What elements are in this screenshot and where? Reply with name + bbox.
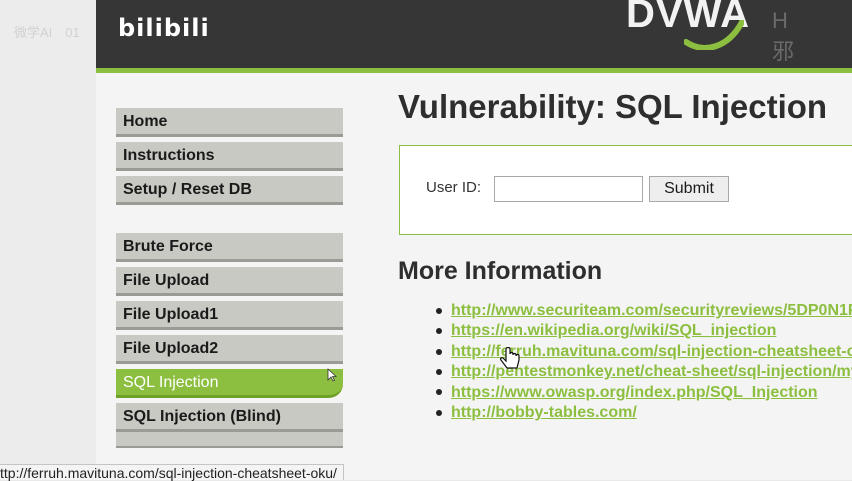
menu-item-file-upload1[interactable]: File Upload1 <box>116 301 343 330</box>
logo-swoosh-icon <box>684 20 744 50</box>
page-title: Vulnerability: SQL Injection <box>398 88 828 125</box>
bullet-icon <box>436 328 442 335</box>
header-faint-text: Н 邪 <box>772 8 813 64</box>
menu-spacer <box>116 210 343 233</box>
menu-item-file-upload[interactable]: File Upload <box>116 267 343 296</box>
reference-links-list: http://www.securiteam.com/securityreview… <box>436 302 852 424</box>
user-id-label: User ID: <box>426 179 482 196</box>
submit-button[interactable]: Submit <box>649 176 729 202</box>
browser-status-bar: ttp://ferruh.mavituna.com/sql-injection-… <box>0 464 344 481</box>
bullet-icon <box>436 368 442 375</box>
link-bobby-tables[interactable]: http://bobby-tables.com/ <box>451 404 637 421</box>
bullet-icon <box>436 389 442 396</box>
menu-item-home[interactable]: Home <box>116 108 343 137</box>
list-item: https://www.owasp.org/index.php/SQL_Inje… <box>436 384 852 404</box>
menu-item-file-upload2[interactable]: File Upload2 <box>116 335 343 364</box>
bullet-icon <box>436 348 442 355</box>
menu-item-sql-injection[interactable]: SQL Injection <box>116 369 343 398</box>
mouse-pointer-icon <box>327 368 337 382</box>
menu-item-brute-force[interactable]: Brute Force <box>116 233 343 262</box>
list-item: https://en.wikipedia.org/wiki/SQL_inject… <box>436 322 852 342</box>
list-item: http://bobby-tables.com/ <box>436 404 852 424</box>
bilibili-logo: bilibili <box>118 14 210 42</box>
window-gutter <box>0 0 96 480</box>
list-item: http://www.securiteam.com/securityreview… <box>436 302 852 322</box>
dvwa-menu: Home Instructions Setup / Reset DB Brute… <box>116 108 343 437</box>
menu-item-setup-reset-db[interactable]: Setup / Reset DB <box>116 176 343 205</box>
list-item: http://ferruh.mavituna.com/sql-injection… <box>436 343 852 363</box>
list-item: http://pentestmonkey.net/cheat-sheet/sql… <box>436 363 852 383</box>
video-watermark: 微学AI 01 <box>14 25 80 40</box>
menu-item-partial[interactable] <box>116 432 343 448</box>
link-owasp[interactable]: https://www.owasp.org/index.php/SQL_Inje… <box>451 384 818 401</box>
menu-item-sql-injection-blind[interactable]: SQL Injection (Blind) <box>116 403 343 432</box>
bullet-icon <box>436 307 442 314</box>
menu-item-instructions[interactable]: Instructions <box>116 142 343 171</box>
more-information-heading: More Information <box>398 257 603 285</box>
hand-cursor-icon <box>500 347 520 369</box>
link-wikipedia[interactable]: https://en.wikipedia.org/wiki/SQL_inject… <box>451 322 776 339</box>
link-securiteam[interactable]: http://www.securiteam.com/securityreview… <box>451 302 852 319</box>
bullet-icon <box>436 409 442 416</box>
user-id-input[interactable] <box>494 176 643 202</box>
